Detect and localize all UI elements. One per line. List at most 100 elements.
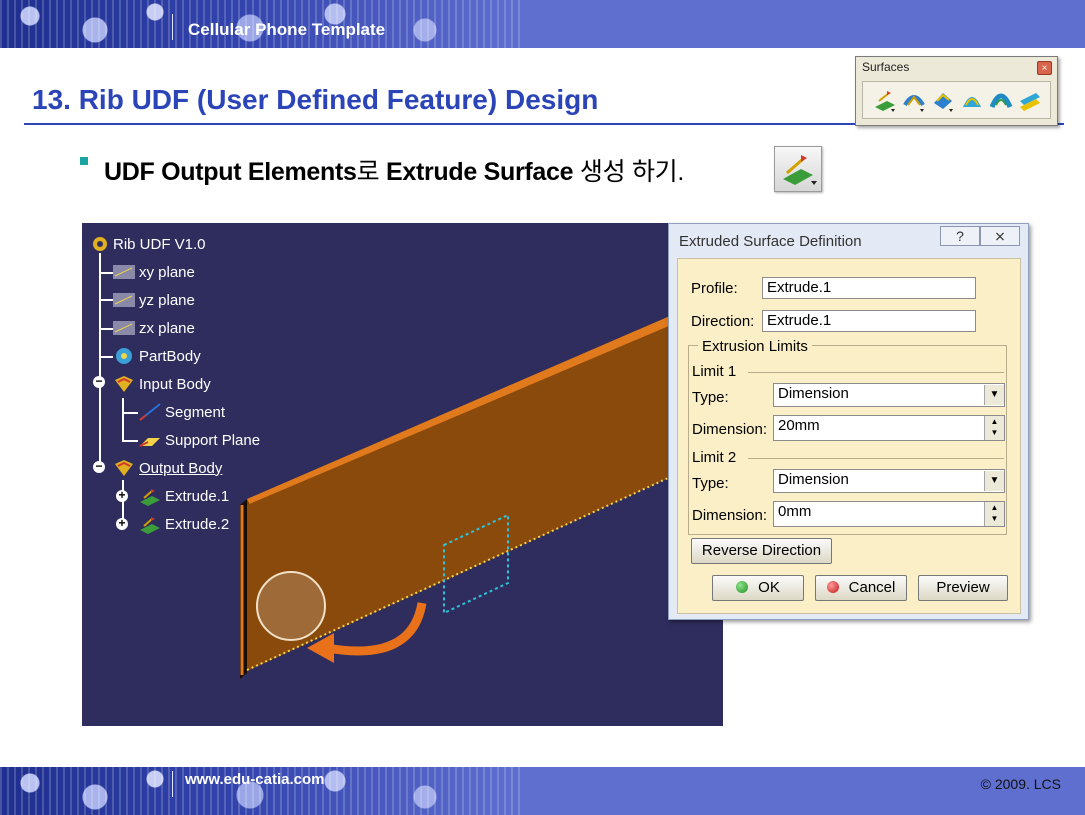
bullet-marker [80,157,88,165]
tree-line [122,412,138,414]
plane-icon [112,290,136,310]
slide-title: 13. Rib UDF (User Defined Feature) Desig… [32,84,599,115]
limit2-divider [748,458,1004,459]
extrude-icon [138,514,162,534]
tree-line [99,356,113,358]
blend-icon[interactable] [1018,87,1042,113]
header-band: Cellular Phone Template [0,0,1085,48]
tree-item-label: Extrude.1 [165,487,230,505]
tree-item-input-body[interactable]: Input Body [112,374,211,394]
bullet-text: UDF Output Elements로 Extrude Surface 생성 … [104,152,684,188]
help-button[interactable]: ? [940,226,980,246]
partbody-gear-icon [112,346,136,366]
plane-icon [112,318,136,338]
direction-field[interactable]: Extrude.1 [762,310,976,332]
tree-item-label: Support Plane [165,431,261,449]
dialog-title-buttons: ? ⨯ [940,226,1020,246]
up-arrow-icon[interactable]: ▲ [985,502,1004,513]
extrude-icon[interactable] [774,146,822,192]
down-arrow-icon[interactable]: ▼ [985,513,1004,524]
tree-item-partbody[interactable]: PartBody [112,346,201,366]
gear-icon [90,234,110,254]
reverse-direction-button[interactable]: Reverse Direction [691,538,832,564]
tree-item-yz-plane[interactable]: yz plane [112,290,195,310]
limit2-spinner[interactable]: ▲ ▼ [984,502,1004,526]
extrude-icon [138,486,162,506]
limit2-type-value: Dimension [778,471,849,488]
tree-item-output-body[interactable]: Output Body [112,458,222,478]
limit1-dimension-field[interactable]: 20mm ▲ ▼ [773,415,1005,441]
tree-line [99,272,113,274]
highlight-circle [256,571,326,641]
tree-item-extrude-2[interactable]: Extrude.2 [138,514,229,534]
bullet-part2: 로 [356,158,386,186]
fill-icon[interactable] [989,87,1013,113]
chevron-down-icon[interactable]: ▼ [984,471,1004,491]
toolbar-title: Surfaces [862,60,910,74]
revolve-icon[interactable] [902,87,926,113]
limit2-dimension-field[interactable]: 0mm ▲ ▼ [773,501,1005,527]
bullet-part3: Extrude Surface [386,158,574,186]
limit2-type-label: Type: [692,475,729,492]
tree-item-segment[interactable]: Segment [138,402,225,422]
limit2-type-select[interactable]: Dimension ▼ [773,469,1005,493]
tree-item-xy-plane[interactable]: xy plane [112,262,195,282]
limit1-dimension-value: 20mm [778,417,820,434]
catia-viewport[interactable]: Rib UDF V1.0 xy plane yz plane zx plane … [82,223,723,726]
tree-line [122,440,138,442]
expand-toggle[interactable]: + [116,517,128,530]
expand-toggle[interactable]: + [116,489,128,502]
cancel-button[interactable]: Cancel [815,575,907,601]
tree-line [99,299,113,301]
collapse-toggle[interactable]: − [93,375,105,388]
sweep-icon[interactable] [960,87,984,113]
ok-icon [736,581,749,593]
preview-button[interactable]: Preview [918,575,1008,601]
footer-url: www.edu-catia.com [185,771,325,788]
limit2-dimension-label: Dimension: [692,507,768,524]
footer-copyright: © 2009. LCS [980,776,1061,792]
extruded-surface-dialog: Extruded Surface Definition ? ⨯ Profile:… [668,223,1029,620]
tree-item-label: xy plane [139,263,195,281]
tree-item-label: Extrude.2 [165,515,230,533]
tree-item-label: Output Body [139,459,223,477]
toolbar-close-button[interactable]: × [1037,61,1052,75]
tree-item-label: yz plane [139,291,195,309]
chevron-down-icon[interactable]: ▼ [984,385,1004,405]
body-icon [112,458,136,478]
direction-label: Direction: [691,313,755,330]
limit1-type-label: Type: [692,389,729,406]
tree-line [122,398,124,442]
offset-icon[interactable] [931,87,955,113]
footer-band: www.edu-catia.com © 2009. LCS [0,767,1085,815]
cancel-label: Cancel [848,579,896,596]
tree-item-zx-plane[interactable]: zx plane [112,318,195,338]
header-title: Cellular Phone Template [188,20,386,39]
collapse-toggle[interactable]: − [93,460,105,473]
tree-line [99,386,101,466]
limit2-dimension-value: 0mm [778,503,812,520]
limit1-spinner[interactable]: ▲ ▼ [984,416,1004,440]
close-button[interactable]: ⨯ [980,226,1020,246]
tree-item-label: PartBody [139,347,201,365]
tree-root-label: Rib UDF V1.0 [113,235,206,253]
limit1-type-select[interactable]: Dimension ▼ [773,383,1005,407]
tree-item-support-plane[interactable]: Support Plane [138,430,260,450]
tree-root[interactable]: Rib UDF V1.0 [90,234,206,254]
tree-line [99,328,113,330]
down-arrow-icon[interactable]: ▼ [985,427,1004,438]
dialog-title: Extruded Surface Definition [679,233,862,250]
header-separator [172,14,173,40]
extrusion-limits-title: Extrusion Limits [698,338,812,355]
profile-field[interactable]: Extrude.1 [762,277,976,299]
ok-button[interactable]: OK [712,575,804,601]
extrude-icon[interactable] [873,87,897,113]
cancel-icon [826,581,839,593]
limit1-type-value: Dimension [778,385,849,402]
limit1-dimension-label: Dimension: [692,421,768,438]
bullet-part4: 생성 하기. [573,158,684,186]
up-arrow-icon[interactable]: ▲ [985,416,1004,427]
bullet-part1: UDF Output Elements [104,158,357,186]
ok-label: OK [758,579,780,596]
tree-item-extrude-1[interactable]: Extrude.1 [138,486,229,506]
